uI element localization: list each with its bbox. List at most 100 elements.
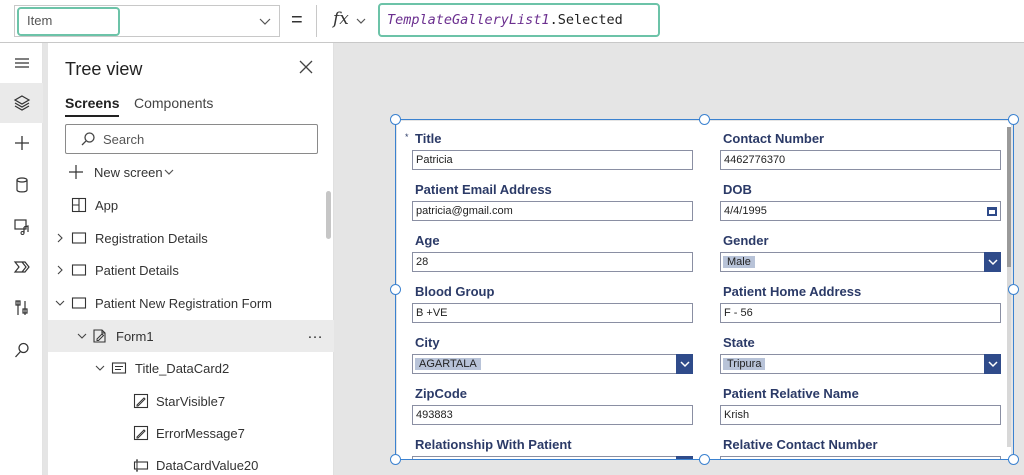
tree-item-title-datacard2[interactable]: Title_DataCard2 [48,352,334,384]
new-screen-button[interactable]: New screen [67,162,187,182]
chevron-down-icon [987,259,998,266]
datacard-zipcode[interactable]: ZipCode 493883 [399,376,699,427]
chevron-down-icon [259,18,271,25]
home-address-input[interactable]: F - 56 [720,303,1001,323]
contact-number-input[interactable]: 4462776370 [720,150,1001,170]
tree-item-starvisible7[interactable]: StarVisible7 [48,385,334,417]
relative-name-input[interactable]: Krish [720,405,1001,425]
search-placeholder: Search [103,132,145,147]
state-dropdown[interactable]: Tripura [720,354,1001,374]
dob-date-picker[interactable]: 4/4/1995 [720,201,1001,221]
datacard-contact-number[interactable]: Contact Number 4462776370 [707,121,1007,172]
datacard-dob[interactable]: DOB 4/4/1995 [707,172,1007,223]
edit-form[interactable]: * Title Patricia Contact Number 44627763… [397,121,1011,459]
chevron-down-icon [987,361,998,368]
tree-item-app[interactable]: App [48,189,334,221]
datacard-email[interactable]: Patient Email Address patricia@gmail.com [399,172,699,223]
field-value: Patricia [416,154,453,166]
resize-handle-top-left[interactable] [390,114,401,125]
chevron-down-icon [164,169,174,175]
fx-icon[interactable]: fx [333,9,349,29]
chevron-right-icon [57,233,63,243]
data-button[interactable] [0,165,43,205]
datacard-city[interactable]: City AGARTALA [399,325,699,376]
required-star: * [405,132,409,142]
screen-icon [71,264,87,276]
relative-contact-input[interactable] [720,456,1001,459]
property-value: Item [27,13,53,28]
hamburger-icon [14,58,29,68]
design-canvas[interactable]: * Title Patricia Contact Number 44627763… [335,43,1024,475]
tree-item-registration-details[interactable]: Registration Details [48,222,334,254]
field-label: Age [415,233,440,248]
field-value: B +VE [416,307,448,319]
tree-view-button[interactable] [0,83,43,123]
title-input[interactable]: Patricia [412,150,693,170]
field-label: Patient Home Address [723,284,862,299]
relationship-dropdown[interactable] [412,456,693,459]
dropdown-button[interactable] [676,456,693,459]
form-scroll-thumb[interactable] [1007,127,1011,267]
tab-screens[interactable]: Screens [65,95,120,117]
resize-handle-bottom[interactable] [699,454,710,465]
gender-dropdown[interactable]: Male [720,252,1001,272]
age-input[interactable]: 28 [412,252,693,272]
tree-item-errormessage7[interactable]: ErrorMessage7 [48,417,334,449]
media-button[interactable] [0,206,43,246]
datacard-relative-contact[interactable]: Relative Contact Number [707,427,1007,459]
datacard-relationship[interactable]: Relationship With Patient [399,427,699,459]
tree-item-label: App [95,198,119,213]
datacard-title[interactable]: * Title Patricia [399,121,699,172]
field-label: Blood Group [415,284,495,299]
chevron-down-icon [77,333,87,339]
fx-chevron-down-icon[interactable] [355,15,367,27]
plus-icon [14,136,29,150]
datacard-state[interactable]: State Tripura [707,325,1007,376]
more-options-icon[interactable]: … [307,325,324,343]
resize-handle-right[interactable] [1008,284,1019,295]
field-label: City [415,335,440,350]
advanced-tools-button[interactable] [0,288,43,328]
resize-handle-top-right[interactable] [1008,114,1019,125]
layers-icon [13,95,30,111]
formula-property: .Selected [549,12,623,28]
resize-handle-bottom-left[interactable] [390,454,401,465]
dropdown-button[interactable] [984,354,1001,374]
hamburger-button[interactable] [0,43,43,83]
tree-item-patient-details[interactable]: Patient Details [48,254,334,286]
calendar-icon[interactable] [986,205,998,217]
datacard-age[interactable]: Age 28 [399,223,699,274]
tree-item-label: StarVisible7 [156,394,226,409]
datacard-home-address[interactable]: Patient Home Address F - 56 [707,274,1007,325]
form-edit-icon [93,329,106,343]
search-button[interactable] [0,330,43,370]
datacard-gender[interactable]: Gender Male [707,223,1007,274]
datacard-blood-group[interactable]: Blood Group B +VE [399,274,699,325]
field-value: AGARTALA [415,358,481,370]
tab-components[interactable]: Components [134,95,213,111]
insert-button[interactable] [0,123,43,163]
tree-item-patient-new-registration-form[interactable]: Patient New Registration Form [48,287,334,319]
dropdown-button[interactable] [676,354,693,374]
tree-search-input[interactable]: Search [65,124,318,154]
field-value: F - 56 [724,307,753,319]
resize-handle-left[interactable] [390,284,401,295]
resize-handle-top[interactable] [699,114,710,125]
tree-scrollbar[interactable] [326,191,331,239]
close-icon[interactable] [298,59,314,75]
property-dropdown[interactable]: Item [14,5,280,37]
dropdown-button[interactable] [984,252,1001,272]
tree-item-form1[interactable]: Form1 … [48,320,334,352]
field-label: ZipCode [415,386,467,401]
power-automate-button[interactable] [0,247,43,287]
formula-input[interactable]: TemplateGalleryList1.Selected [378,3,660,37]
blood-group-input[interactable]: B +VE [412,303,693,323]
zipcode-input[interactable]: 493883 [412,405,693,425]
field-label: Relationship With Patient [415,437,572,452]
resize-handle-bottom-right[interactable] [1008,454,1019,465]
datacard-relative-name[interactable]: Patient Relative Name Krish [707,376,1007,427]
city-dropdown[interactable]: AGARTALA [412,354,693,374]
formula-bar: Item = fx TemplateGalleryList1.Selected [0,0,1024,43]
email-input[interactable]: patricia@gmail.com [412,201,693,221]
tree-item-datacardvalue20[interactable]: DataCardValue20 [48,449,334,475]
